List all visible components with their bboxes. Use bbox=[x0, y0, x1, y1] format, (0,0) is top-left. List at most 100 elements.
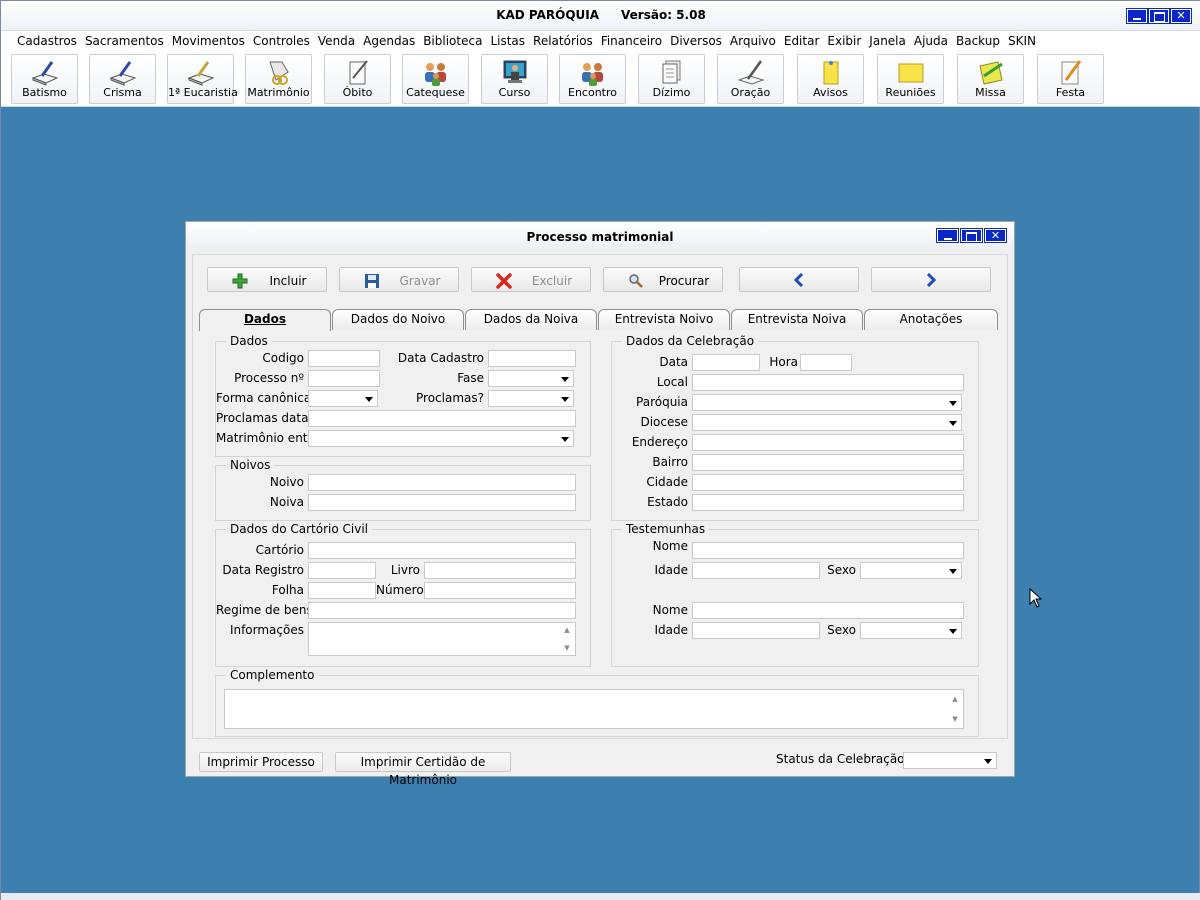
processo-n-field[interactable] bbox=[308, 370, 380, 387]
menu-ajuda[interactable]: Ajuda bbox=[910, 34, 952, 48]
next-record-button[interactable] bbox=[871, 267, 991, 292]
app-title: KAD PARÓQUIA Versão: 5.08 bbox=[1, 8, 1200, 22]
menu-editar[interactable]: Editar bbox=[780, 34, 824, 48]
testemunha-1-idade-field[interactable] bbox=[692, 562, 820, 579]
toolbar-festa-button[interactable]: Festa bbox=[1037, 54, 1104, 104]
status-celebracao-select[interactable] bbox=[903, 752, 997, 769]
tab-dados[interactable]: Dados bbox=[199, 309, 331, 331]
tab-anotacoes[interactable]: Anotações bbox=[864, 309, 998, 330]
noiva-field[interactable] bbox=[308, 494, 576, 511]
procurar-button[interactable]: Procurar bbox=[603, 267, 723, 292]
numero-field[interactable] bbox=[424, 582, 576, 599]
dialog-close-button[interactable]: ✕ bbox=[984, 228, 1007, 243]
menu-cadastros[interactable]: Cadastros bbox=[13, 34, 81, 48]
menu-agendas[interactable]: Agendas bbox=[359, 34, 419, 48]
endereco-field[interactable] bbox=[692, 434, 964, 451]
imprimir-certidao-button[interactable]: Imprimir Certidão de Matrimônio bbox=[335, 752, 511, 787]
data-cadastro-field[interactable] bbox=[488, 350, 576, 367]
local-field[interactable] bbox=[692, 374, 964, 391]
data-celebracao-field[interactable] bbox=[692, 354, 760, 371]
gravar-button[interactable]: Gravar bbox=[339, 267, 459, 292]
excluir-button[interactable]: Excluir bbox=[471, 267, 591, 292]
toolbar-matrimonio-button[interactable]: Matrimônio bbox=[245, 54, 312, 104]
livro-field[interactable] bbox=[424, 562, 576, 579]
rings-icon bbox=[268, 61, 289, 85]
toolbar-batismo-button[interactable]: Batismo bbox=[11, 54, 78, 104]
matrimonio-entre-select[interactable] bbox=[308, 430, 574, 447]
cartorio-field[interactable] bbox=[308, 542, 576, 559]
minimize-button[interactable] bbox=[1126, 8, 1148, 24]
toolbar-oracao-button[interactable]: Oração bbox=[717, 54, 784, 104]
scroll-down-icon[interactable]: ▼ bbox=[562, 644, 572, 652]
chevron-down-icon bbox=[362, 392, 376, 405]
menu-biblioteca[interactable]: Biblioteca bbox=[419, 34, 486, 48]
cidade-field[interactable] bbox=[692, 474, 964, 491]
menu-skin[interactable]: SKIN bbox=[1004, 34, 1040, 48]
maximize-button[interactable] bbox=[1148, 8, 1170, 24]
testemunha-2-idade-field[interactable] bbox=[692, 622, 820, 639]
toolbar-curso-button[interactable]: Curso bbox=[481, 54, 548, 104]
toolbar-reunioes-button[interactable]: Reuniões bbox=[877, 54, 944, 104]
menu-janela[interactable]: Janela bbox=[865, 34, 910, 48]
menu-listas[interactable]: Listas bbox=[486, 34, 529, 48]
hora-field[interactable] bbox=[800, 354, 852, 371]
informacoes-textarea[interactable]: ▲ ▼ bbox=[308, 622, 576, 656]
menu-venda[interactable]: Venda bbox=[314, 34, 359, 48]
toolbar-catequese-button[interactable]: Catequese bbox=[402, 54, 469, 104]
toolbar-avisos-button[interactable]: Avisos bbox=[797, 54, 864, 104]
proclamas-select[interactable] bbox=[488, 390, 574, 407]
toolbar-eucaristia-button[interactable]: 1ª Eucaristia bbox=[167, 54, 238, 104]
codigo-field[interactable] bbox=[308, 350, 380, 367]
testemunha-1-nome-field[interactable] bbox=[692, 542, 964, 559]
tab-dados-noivo[interactable]: Dados do Noivo bbox=[332, 309, 464, 330]
testemunha-1-sexo-select[interactable] bbox=[860, 562, 962, 579]
menu-diversos[interactable]: Diversos bbox=[666, 34, 726, 48]
menu-relatorios[interactable]: Relatórios bbox=[529, 34, 597, 48]
previous-record-button[interactable] bbox=[739, 267, 859, 292]
testemunha-2-sexo-select[interactable] bbox=[860, 622, 962, 639]
toolbar-label: Missa bbox=[975, 86, 1006, 99]
folha-field[interactable] bbox=[308, 582, 376, 599]
hora-label: Hora bbox=[769, 355, 798, 369]
tab-entrevista-noiva[interactable]: Entrevista Noiva bbox=[731, 309, 863, 330]
complemento-textarea[interactable]: ▲ ▼ bbox=[224, 689, 964, 729]
menu-backup[interactable]: Backup bbox=[952, 34, 1004, 48]
menu-controles[interactable]: Controles bbox=[249, 34, 314, 48]
dialog-minimize-button[interactable] bbox=[936, 228, 959, 243]
menu-exibir[interactable]: Exibir bbox=[823, 34, 865, 48]
proclamas-datas-field[interactable] bbox=[308, 410, 576, 427]
noiva-label: Noiva bbox=[269, 495, 304, 509]
cidade-label: Cidade bbox=[646, 475, 688, 489]
dialog-maximize-button[interactable] bbox=[960, 228, 983, 243]
fase-select[interactable] bbox=[488, 370, 574, 387]
data-registro-field[interactable] bbox=[308, 562, 376, 579]
scroll-up-icon[interactable]: ▲ bbox=[950, 695, 960, 703]
noivo-field[interactable] bbox=[308, 474, 576, 491]
paroquia-select[interactable] bbox=[692, 394, 962, 411]
scroll-down-icon[interactable]: ▼ bbox=[950, 715, 960, 723]
tab-entrevista-noivo[interactable]: Entrevista Noivo bbox=[598, 309, 730, 330]
toolbar-encontro-button[interactable]: Encontro bbox=[559, 54, 626, 104]
incluir-button[interactable]: Incluir bbox=[207, 267, 327, 292]
scroll-up-icon[interactable]: ▲ bbox=[562, 626, 572, 634]
close-button[interactable]: ✕ bbox=[1170, 8, 1192, 24]
chevron-down-icon bbox=[946, 396, 960, 409]
bairro-field[interactable] bbox=[692, 454, 964, 471]
toolbar-dizimo-button[interactable]: Dízimo bbox=[638, 54, 705, 104]
imprimir-processo-button[interactable]: Imprimir Processo bbox=[199, 752, 323, 772]
diocese-select[interactable] bbox=[692, 414, 962, 431]
toolbar-label: Matrimônio bbox=[247, 86, 310, 99]
toolbar-crisma-button[interactable]: Crisma bbox=[89, 54, 156, 104]
menu-arquivo[interactable]: Arquivo bbox=[726, 34, 780, 48]
menu-sacramentos[interactable]: Sacramentos bbox=[81, 34, 168, 48]
estado-field[interactable] bbox=[692, 494, 964, 511]
menu-movimentos[interactable]: Movimentos bbox=[168, 34, 249, 48]
tab-dados-noiva[interactable]: Dados da Noiva bbox=[465, 309, 597, 330]
toolbar-missa-button[interactable]: Missa bbox=[957, 54, 1024, 104]
forma-canonica-select[interactable] bbox=[308, 390, 378, 407]
toolbar-obito-button[interactable]: Óbito bbox=[324, 54, 391, 104]
dialog-title: Processo matrimonial bbox=[526, 230, 674, 244]
testemunha-2-nome-field[interactable] bbox=[692, 602, 964, 619]
menu-financeiro[interactable]: Financeiro bbox=[597, 34, 666, 48]
regime-bens-field[interactable] bbox=[308, 602, 576, 619]
